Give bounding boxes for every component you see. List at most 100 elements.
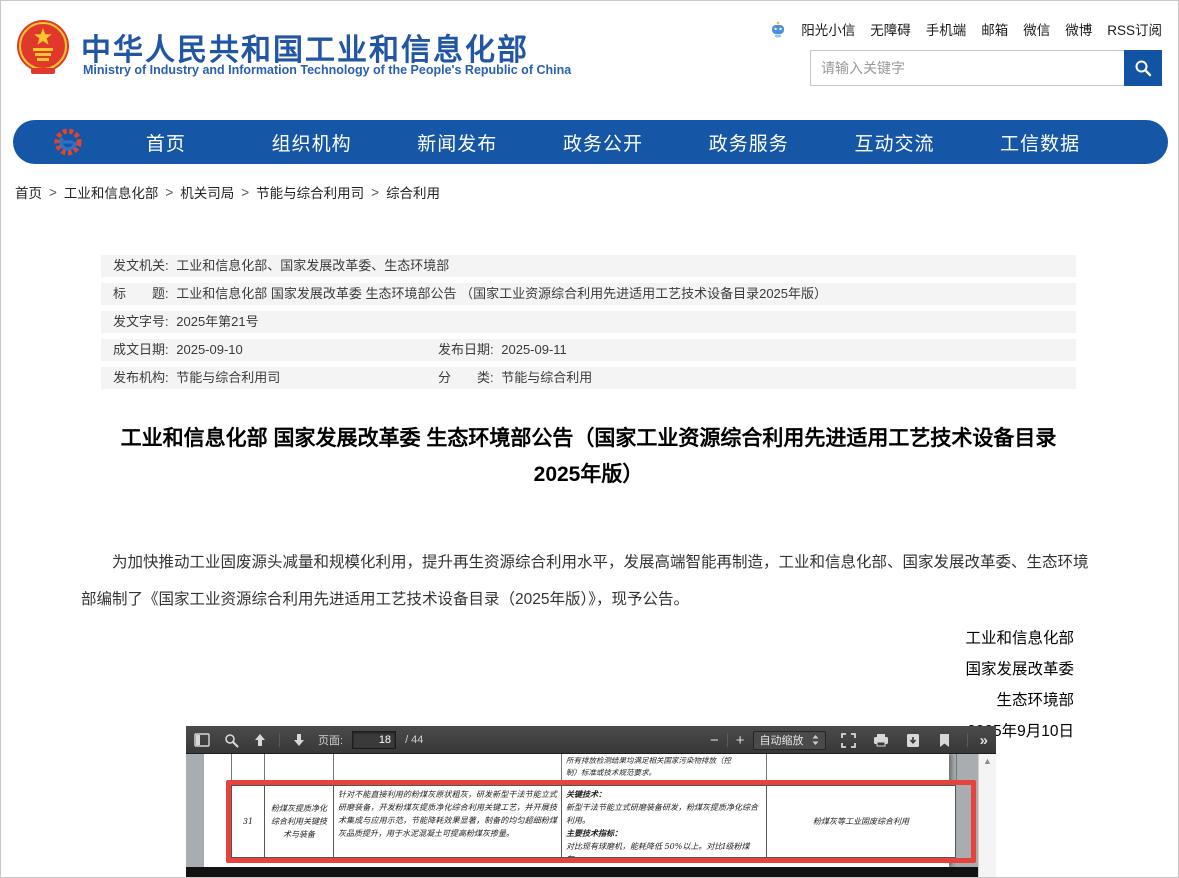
- breadcrumb-miit[interactable]: 工业和信息化部: [64, 182, 159, 202]
- download-button[interactable]: [903, 729, 923, 751]
- search-bar: [810, 50, 1162, 86]
- bookmark-icon: [939, 733, 950, 748]
- cell-description: 针对不能直接利用的粉煤灰原状粗灰，研发新型干法节能立式研磨装备，开发粉煤灰提质净…: [334, 786, 562, 857]
- nav-items: 首页 组织机构 新闻发布 政务公开 政务服务 互动交流 工信数据: [93, 129, 1113, 156]
- next-page-button[interactable]: [289, 729, 309, 751]
- breadcrumb-home[interactable]: 首页: [15, 182, 42, 202]
- scroll-up-arrow-icon[interactable]: ▲: [979, 754, 996, 768]
- signature-ndrc: 国家发展改革委: [965, 654, 1074, 685]
- utility-link-wechat[interactable]: 微信: [1023, 19, 1050, 39]
- bookmark-button[interactable]: [935, 729, 955, 751]
- meta-value: 节能与综合利用: [501, 370, 592, 385]
- search-input[interactable]: [810, 50, 1124, 86]
- miit-gear-logo-icon: [53, 127, 83, 157]
- page-number-input[interactable]: [352, 731, 396, 749]
- breadcrumb-current[interactable]: 综合利用: [386, 182, 440, 202]
- pdf-scrollbar[interactable]: ▲: [978, 754, 996, 878]
- search-button[interactable]: [1124, 50, 1162, 86]
- nav-item-gov-affairs[interactable]: 政务公开: [530, 129, 676, 156]
- pdf-toolbar: 页面: / 44 − + 自动缩放: [186, 726, 996, 754]
- search-icon: [1134, 59, 1152, 77]
- zoom-level-value: 自动缩放: [760, 732, 804, 748]
- meta-value: 节能与综合利用司: [176, 370, 280, 385]
- meta-label: 成文日期:: [113, 342, 169, 357]
- utility-link-accessibility[interactable]: 无障碍: [870, 19, 911, 39]
- meta-label: 发文机关:: [113, 258, 169, 273]
- meta-label: 发文字号:: [113, 314, 169, 329]
- nav-item-organization[interactable]: 组织机构: [239, 129, 385, 156]
- cell-application: 粉煤灰等工业固废综合利用: [767, 786, 955, 857]
- utility-link-rss[interactable]: RSS订阅: [1107, 19, 1162, 39]
- utility-link-weibo[interactable]: 微博: [1065, 19, 1092, 39]
- document-body-paragraph: 为加快推动工业固废源头减量和规模化利用，提升再生资源综合利用水平，发展高端智能再…: [81, 544, 1101, 618]
- zoom-in-button[interactable]: +: [736, 733, 745, 748]
- meta-row-publisher: 发布机构: 节能与综合利用司 分 类: 节能与综合利用: [101, 367, 1076, 389]
- arrow-down-icon: [292, 733, 306, 747]
- zoom-level-select[interactable]: 自动缩放: [753, 731, 826, 750]
- cell-row-index: 31: [232, 786, 265, 857]
- breadcrumb-separator: >: [241, 185, 249, 200]
- miit-website-page: 中华人民共和国工业和信息化部 Ministry of Industry and …: [0, 0, 1179, 878]
- fullscreen-icon: [841, 733, 856, 748]
- key-tech-heading: 关键技术：: [566, 788, 762, 801]
- nav-item-data[interactable]: 工信数据: [967, 129, 1113, 156]
- meta-row-doc-number: 发文字号: 2025年第21号: [101, 311, 1076, 333]
- main-nav: 首页 组织机构 新闻发布 政务公开 政务服务 互动交流 工信数据: [13, 120, 1168, 164]
- breadcrumb-separator: >: [371, 185, 379, 200]
- presentation-mode-button[interactable]: [839, 729, 859, 751]
- meta-row-dates: 成文日期: 2025-09-10 发布日期: 2025-09-11: [101, 339, 1076, 361]
- print-button[interactable]: [871, 729, 891, 751]
- utility-link-mobile[interactable]: 手机端: [926, 19, 967, 39]
- breadcrumb-separator: >: [165, 185, 173, 200]
- document-meta-table: 发文机关: 工业和信息化部、国家发展改革委、生态环境部 标 题: 工业和信息化部…: [101, 255, 1076, 395]
- download-icon: [906, 733, 920, 748]
- meta-value: 2025-09-10: [176, 342, 243, 357]
- zoom-out-button[interactable]: −: [710, 733, 719, 748]
- cell-technology-name: 粉煤灰提质净化综合利用关键技术与装备: [265, 786, 334, 857]
- page-title: 工业和信息化部 国家发展改革委 生态环境部公告（国家工业资源综合利用先进适用工艺…: [101, 421, 1076, 493]
- utility-link-mail[interactable]: 邮箱: [981, 19, 1008, 39]
- table-partial-row-text: 所有排放检测结果均满足相关国家污染物排放（控 制）标准或技术规范要求。: [566, 755, 762, 779]
- select-arrows-icon: [812, 735, 819, 745]
- table-row-31: 31 粉煤灰提质净化综合利用关键技术与装备 针对不能直接利用的粉煤灰原状粗灰，研…: [231, 785, 956, 858]
- arrow-up-icon: [253, 733, 267, 747]
- cell-key-technology: 关键技术： 新型干法节能立式研磨装备研发，粉煤灰提质净化综合利用。 主要技术指标…: [562, 786, 767, 857]
- breadcrumb-energy-dept[interactable]: 节能与综合利用司: [256, 182, 364, 202]
- meta-label: 分 类:: [438, 370, 494, 385]
- meta-value: 工业和信息化部 国家发展改革委 生态环境部公告 （国家工业资源综合利用先进适用工…: [176, 286, 827, 301]
- meta-label: 发布日期:: [438, 342, 494, 357]
- find-button[interactable]: [221, 729, 241, 751]
- meta-row-title: 标 题: 工业和信息化部 国家发展改革委 生态环境部公告 （国家工业资源综合利用…: [101, 283, 1076, 305]
- mascot-icon: [770, 20, 786, 38]
- nav-item-home[interactable]: 首页: [93, 129, 239, 156]
- sidebar-toggle-icon: [194, 733, 210, 747]
- page-gap: [186, 867, 978, 878]
- sidebar-toggle-button[interactable]: [192, 729, 212, 751]
- meta-label: 发布机构:: [113, 370, 169, 385]
- signature-mee: 生态环境部: [965, 685, 1074, 716]
- national-emblem-logo: [11, 16, 75, 80]
- pdf-content-area: 所有排放检测结果均满足相关国家污染物排放（控 制）标准或技术规范要求。 31 粉…: [186, 754, 996, 878]
- key-tech-text: 新型干法节能立式研磨装备研发，粉煤灰提质净化综合利用。: [566, 801, 762, 827]
- scanned-table: 所有排放检测结果均满足相关国家污染物排放（控 制）标准或技术规范要求。 31 粉…: [186, 754, 978, 878]
- utility-links: 阳光小信 无障碍 手机端 邮箱 微信 微博 RSS订阅: [770, 19, 1162, 39]
- pdf-viewer: 页面: / 44 − + 自动缩放: [186, 726, 996, 878]
- more-tools-button[interactable]: »: [980, 732, 988, 749]
- nav-item-news[interactable]: 新闻发布: [384, 129, 530, 156]
- previous-page-button[interactable]: [250, 729, 270, 751]
- nav-item-gov-services[interactable]: 政务服务: [676, 129, 822, 156]
- page-number-label: 页面:: [318, 732, 343, 748]
- site-subtitle: Ministry of Industry and Information Tec…: [83, 63, 571, 77]
- breadcrumb-departments[interactable]: 机关司局: [180, 182, 234, 202]
- meta-row-issuing-agency: 发文机关: 工业和信息化部、国家发展改革委、生态环境部: [101, 255, 1076, 277]
- meta-label: 标 题:: [113, 286, 169, 301]
- page-total-label: / 44: [405, 734, 423, 746]
- utility-link-sunshine[interactable]: 阳光小信: [801, 19, 855, 39]
- print-icon: [873, 733, 889, 747]
- nav-item-interaction[interactable]: 互动交流: [822, 129, 968, 156]
- meta-value: 2025年第21号: [176, 314, 258, 329]
- indicator-text: 对比现有球磨机，能耗降低 50%以上。对比I级粉煤灰，: [566, 840, 762, 857]
- meta-value: 2025-09-11: [501, 342, 567, 357]
- signature-miit: 工业和信息化部: [965, 623, 1074, 654]
- meta-value: 工业和信息化部、国家发展改革委、生态环境部: [176, 258, 449, 273]
